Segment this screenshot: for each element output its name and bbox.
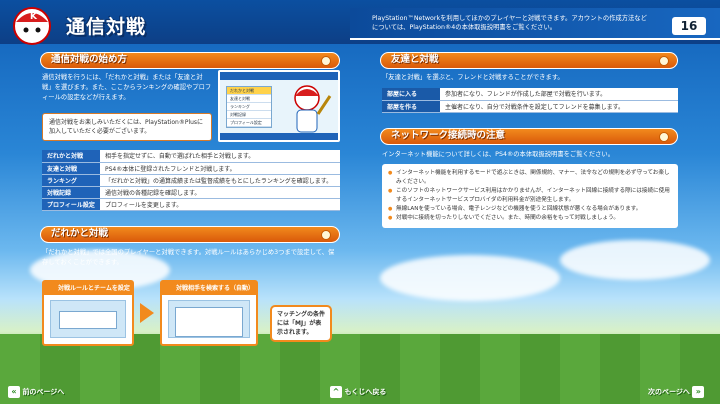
friend-match-text: 「友達と対戦」を選ぶと、フレンドと対戦することができます。 [382, 74, 564, 81]
room-key: 部屋を作る [382, 100, 440, 113]
room-table: 部屋に入る 参加者になり、フレンドが作成した部屋で対戦を行います。 部屋を作る 主催… [382, 88, 678, 113]
chevron-up-icon: ^ [330, 386, 342, 398]
mascot-logo-icon: K [13, 7, 51, 45]
next-page-link[interactable]: 次のページへ » [648, 385, 705, 399]
section-heading-friend-match: 友達と対戦 [380, 52, 678, 69]
section-heading-random-match: だれかと対戦 [40, 226, 340, 243]
menu-value: プロフィールを変更します。 [100, 198, 340, 211]
prev-page-label: 前のページへ [22, 388, 65, 396]
menu-value: 相手を指定せずに、自動で選ばれた相手と対戦します。 [100, 150, 340, 163]
list-item: 対戦中に接続を切ったりしないでください。また、時間の余裕をもって対戦しましょう。 [388, 214, 672, 223]
step-dialog [175, 307, 243, 337]
list-item: インターネット機能を利用するモードで遊ぶときは、関係規約、マナー、法令などの規則… [388, 169, 672, 187]
header-note: PlayStation™Networkを利用してほかのプレイヤーと対戦できます。… [372, 15, 647, 31]
screenshot-titlebar [220, 72, 338, 80]
matching-callout: マッチングの条件には「MJ」が表示されます。 [270, 305, 332, 342]
table-row: プロフィール設定 プロフィールを変更します。 [42, 198, 340, 211]
room-value: 主催者になり、自分で対戦条件を設定してフレンドを募集します。 [440, 100, 678, 113]
screenshot-menu-item: 対戦記録 [227, 111, 271, 119]
page-number: 16 [672, 17, 706, 35]
menu-value: 「だれかと対戦」の通算成績または監督成績をもとにしたランキングを確認します。 [100, 174, 340, 187]
svg-text:K: K [30, 12, 38, 22]
chevron-left-icon: « [8, 386, 20, 398]
menu-key: だれかと対戦 [42, 150, 100, 163]
cloud-decoration [380, 255, 560, 301]
table-row: 部屋を作る 主催者になり、自分で対戦条件を設定してフレンドを募集します。 [382, 100, 678, 113]
random-match-text: 「だれかと対戦」では全国のプレイヤーと対戦できます。対戦ルールはあらかじめ3つま… [42, 249, 335, 266]
room-value: 参加者になり、フレンドが作成した部屋で対戦を行います。 [440, 88, 678, 101]
menu-key: 対戦記録 [42, 186, 100, 199]
step-search-opponent: 対戦相手を検索する（自動） [160, 280, 258, 346]
toc-link[interactable]: ^ もくじへ戻る [330, 385, 386, 399]
cloud-decoration [560, 240, 710, 280]
table-row: だれかと対戦 相手を指定せずに、自動で選ばれた相手と対戦します。 [42, 150, 340, 163]
screenshot-menu-item: プロフィール設定 [227, 119, 271, 127]
screenshot-menu-item: 友達と対戦 [227, 95, 271, 103]
menu-key: 友達と対戦 [42, 162, 100, 175]
step-set-rules: 対戦ルールとチームを設定 [42, 280, 134, 346]
step-label: 対戦相手を検索する（自動） [162, 282, 256, 295]
screenshot-menu: だれかと対戦 友達と対戦 ランキング 対戦記録 プロフィール設定 [226, 86, 272, 128]
how-to-start-text: 通信対戦を行うには、「だれかと対戦」または「友達と対戦」を選びます。また、ここか… [42, 74, 212, 101]
arrow-right-icon [140, 303, 154, 323]
prev-page-link[interactable]: « 前のページへ [8, 385, 64, 399]
step-screenshot [50, 300, 126, 338]
menu-key: ランキング [42, 174, 100, 187]
list-item: 無線LANを使っている場合、電子レンジなどの機器を使うと回線状態が悪くなる場合が… [388, 205, 672, 214]
table-row: 対戦記録 通信対戦の各種記録を確認します。 [42, 186, 340, 199]
menu-screenshot: だれかと対戦 友達と対戦 ランキング 対戦記録 プロフィール設定 [218, 70, 340, 142]
network-notes-list: インターネット機能を利用するモードで遊ぶときは、関係規約、マナー、法令などの規則… [382, 164, 678, 228]
section-heading-how-to-start: 通信対戦の始め方 [40, 52, 340, 69]
menu-value: PS4®本体に登録されたフレンドと対戦します。 [100, 162, 340, 175]
toc-label: もくじへ戻る [344, 388, 387, 396]
screenshot-menu-item: ランキング [227, 103, 271, 111]
step-dialog [59, 311, 117, 329]
section-heading-network-notes: ネットワーク接続時の注意 [380, 128, 678, 145]
list-item: このソフトのネットワークサービス利用はかかりませんが、インターネット回線に接続す… [388, 187, 672, 205]
menu-value: 通信対戦の各種記録を確認します。 [100, 186, 340, 199]
table-row: ランキング 「だれかと対戦」の通算成績または監督成績をもとにしたランキングを確認し… [42, 174, 340, 187]
screenshot-footer [220, 133, 338, 140]
network-notes-text: インターネット機能について詳しくは、PS4®の本体取扱説明書をご覧ください。 [382, 151, 615, 158]
chevron-right-icon: » [692, 386, 705, 398]
table-row: 部屋に入る 参加者になり、フレンドが作成した部屋で対戦を行います。 [382, 88, 678, 101]
page-title: 通信対戦 [66, 16, 147, 38]
room-key: 部屋に入る [382, 88, 440, 101]
step-label: 対戦ルールとチームを設定 [44, 282, 132, 295]
player-character-icon [294, 85, 332, 133]
menu-description-table: だれかと対戦 相手を指定せずに、自動で選ばれた相手と対戦します。 友達と対戦 PS4… [42, 150, 340, 211]
menu-key: プロフィール設定 [42, 198, 100, 211]
table-row: 友達と対戦 PS4®本体に登録されたフレンドと対戦します。 [42, 162, 340, 175]
next-page-label: 次のページへ [648, 388, 690, 396]
step-screenshot [168, 300, 250, 338]
plus-notice: 通信対戦をお楽しみいただくには、PlayStation®Plusに加入していただ… [42, 113, 212, 141]
screenshot-menu-item: だれかと対戦 [227, 87, 271, 95]
